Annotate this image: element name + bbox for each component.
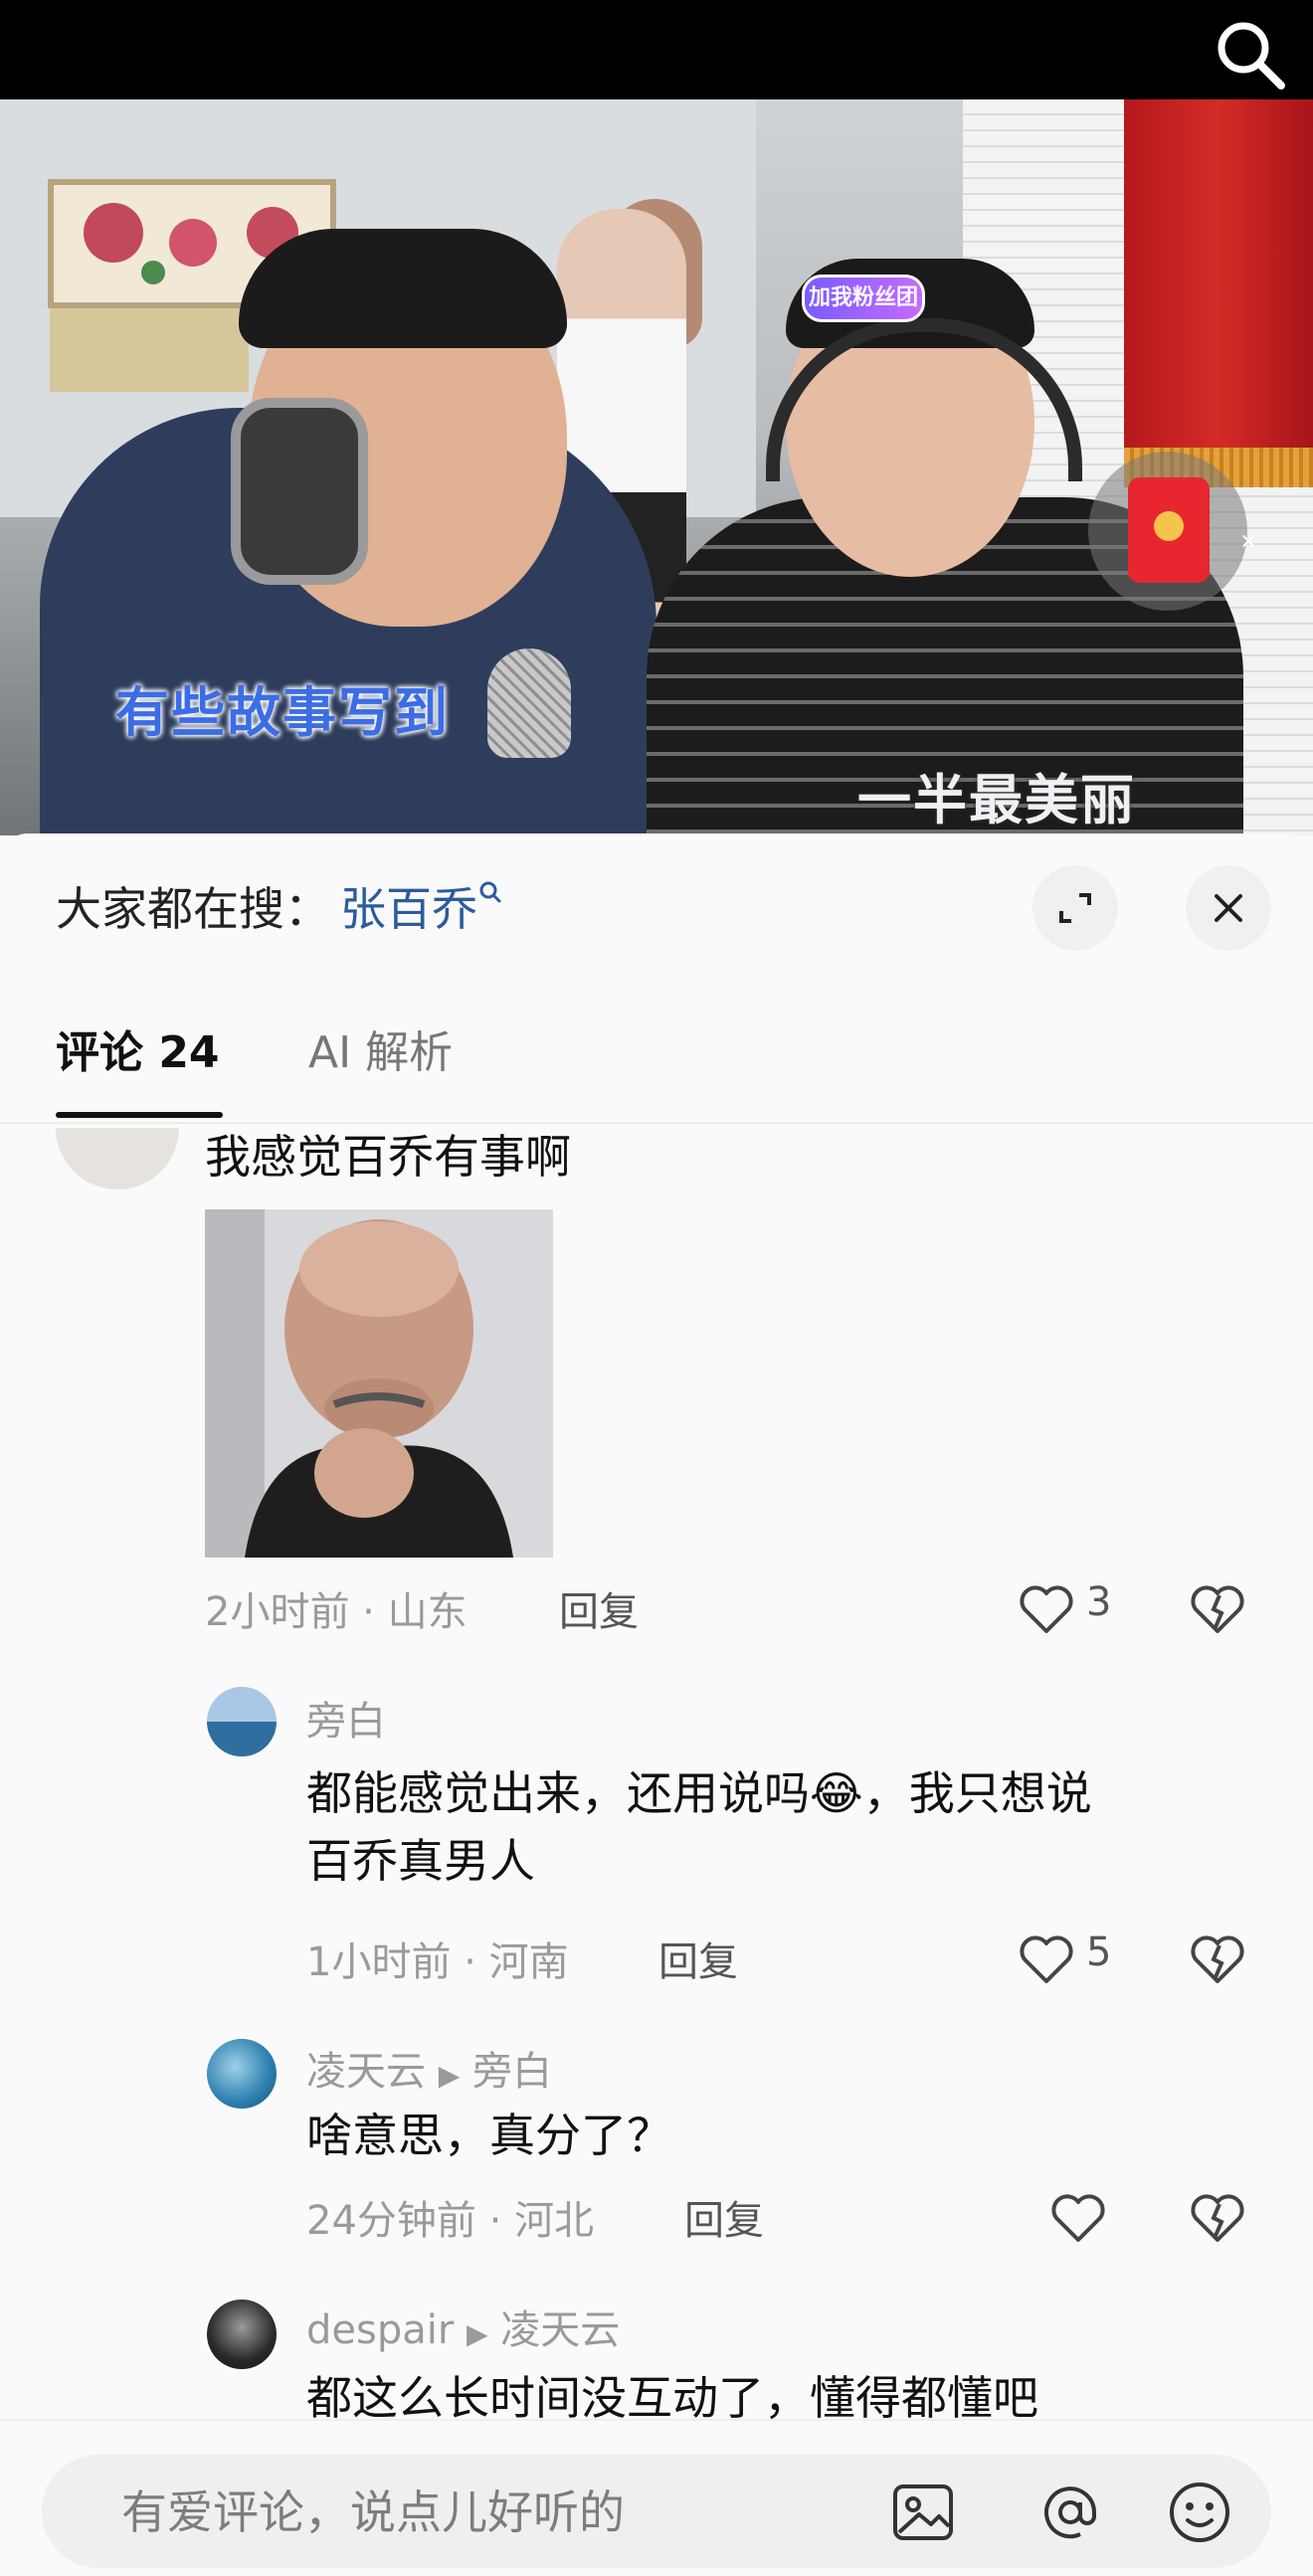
comment-input[interactable] [119, 2484, 879, 2540]
top-bar [0, 0, 1313, 99]
reply-button[interactable]: 回复 [684, 2188, 764, 2246]
red-banner [1124, 99, 1313, 487]
broken-heart-icon[interactable] [1186, 2186, 1249, 2250]
meme-photo [205, 1209, 553, 1558]
hot-search-bar[interactable]: 大家都在搜： 张百乔 [56, 873, 503, 939]
comment-author-line: 凌天云 ▶ 旁白 [306, 2039, 552, 2097]
wall-posters [50, 308, 249, 392]
lyric-subtitle-right: 一半最美丽 [857, 769, 1136, 831]
comment-time: 24分钟前 [306, 2198, 476, 2244]
comment-input-bar [0, 2419, 1313, 2576]
red-packet-icon [1128, 477, 1210, 583]
red-packet-close-icon[interactable]: × [1239, 529, 1257, 554]
tab-comments[interactable]: 评论 24 [56, 1016, 220, 1080]
comment-location: 山东 [387, 1589, 468, 1635]
comment-location: 河南 [488, 1939, 569, 1985]
play-arrow-icon: ▶ [438, 2059, 461, 2092]
comment-text: 我感觉百乔有事啊 [205, 1130, 571, 1184]
reply-target[interactable]: 凌天云 [500, 2307, 620, 2353]
meta-separator: · [362, 1589, 375, 1635]
comment-text-part1: 都能感觉出来，还用说吗 [306, 1766, 810, 1820]
red-packet-button[interactable] [1088, 452, 1247, 611]
comment-author[interactable]: 旁白 [306, 1689, 386, 1747]
search-icon[interactable] [1210, 14, 1289, 93]
expand-button[interactable] [1032, 865, 1118, 951]
reply-target[interactable]: 旁白 [472, 2049, 552, 2095]
broken-heart-icon[interactable] [1186, 1928, 1249, 1991]
comment-text: 啥意思，真分了？ [306, 2109, 672, 2162]
comment-meta: 1小时前 · 河南 [306, 1930, 569, 1987]
meta-separator: · [464, 1939, 476, 1985]
close-icon [1215, 894, 1242, 922]
heart-icon[interactable] [1046, 2186, 1110, 2250]
comment-text: 都能感觉出来，还用说吗😂，我只想说 [306, 1760, 1092, 1826]
avatar[interactable] [207, 2039, 277, 2109]
heart-icon[interactable] [1015, 1577, 1078, 1641]
comment-location: 河北 [514, 2198, 595, 2244]
lyric-subtitle-left: 有些故事写到 [115, 681, 450, 744]
meta-separator: · [488, 2198, 502, 2244]
comment-author[interactable]: despair [306, 2307, 454, 2353]
comment-sheet: 大家都在搜： 张百乔 评论 24 AI 解析 我感觉百乔有事啊 2小时前 · 山… [0, 833, 1313, 2574]
comment-time: 2小时前 [205, 1589, 350, 1635]
reply-button[interactable]: 回复 [658, 1930, 738, 1987]
image-icon[interactable] [889, 2479, 957, 2546]
tab-ai-analysis[interactable]: AI 解析 [308, 1016, 453, 1080]
comment-text-line2: 百乔真男人 [306, 1834, 535, 1888]
comment-image[interactable] [205, 1209, 553, 1558]
comment-text-part2: ，我只想说 [862, 1766, 1092, 1820]
avatar[interactable] [56, 1128, 179, 1190]
hot-search-label: 大家都在搜： [56, 882, 330, 936]
reply-button[interactable]: 回复 [559, 1579, 639, 1637]
expand-icon [1059, 893, 1091, 923]
comment-time: 1小时前 [306, 1939, 452, 1985]
comment-tabs: 评论 24 AI 解析 [0, 1012, 1313, 1124]
avatar[interactable] [207, 2300, 277, 2369]
like-count: 3 [1086, 1579, 1112, 1625]
search-icon [479, 881, 501, 903]
comment-author[interactable]: 凌天云 [306, 2049, 426, 2095]
comment-author-line: despair ▶ 凌天云 [306, 2298, 620, 2355]
left-singer-hair [239, 229, 567, 348]
laughing-emoji-icon: 😂 [810, 1766, 863, 1820]
emoji-icon[interactable] [1166, 2479, 1233, 2546]
broken-heart-icon[interactable] [1186, 1577, 1249, 1641]
comment-meta: 2小时前 · 山东 [205, 1579, 468, 1637]
active-tab-indicator [56, 1112, 223, 1118]
heart-icon[interactable] [1015, 1928, 1078, 1991]
at-icon[interactable] [1036, 2479, 1104, 2546]
play-arrow-icon: ▶ [467, 2317, 488, 2350]
live-video[interactable]: 加我粉丝团 × 有些故事写到 一半最美丽 [0, 99, 1313, 835]
comment-meta: 24分钟前 · 河北 [306, 2188, 594, 2246]
microphone-icon [487, 648, 571, 758]
comment-input-container[interactable] [42, 2455, 1271, 2568]
avatar[interactable] [207, 1687, 277, 1756]
headphone-icon [231, 398, 368, 585]
fan-club-badge[interactable]: 加我粉丝团 [802, 275, 925, 322]
like-count: 5 [1086, 1930, 1112, 1975]
hot-search-term[interactable]: 张百乔 [340, 882, 477, 936]
close-button[interactable] [1186, 865, 1271, 951]
